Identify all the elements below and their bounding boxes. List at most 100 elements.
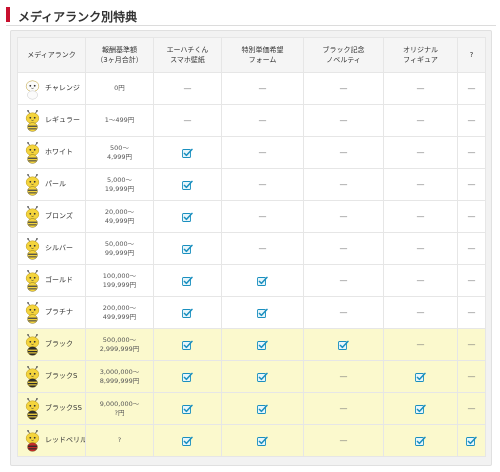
- benefit-unavailable-cell: —: [457, 328, 486, 361]
- reward-amount-line: 19,999円: [104, 184, 135, 193]
- benefit-unavailable-cell: —: [303, 392, 384, 425]
- benefit-available-cell: [457, 424, 486, 457]
- reward-amount-line: ?円: [114, 408, 125, 417]
- dash-mark: —: [467, 179, 476, 189]
- benefit-available-cell: [153, 360, 222, 393]
- dash-mark: —: [258, 115, 267, 125]
- check-icon: [257, 308, 268, 318]
- dash-mark: —: [467, 147, 476, 157]
- table-body: チャレンジ 0円 — — — — — レギュラー 1〜499円 — — — — — ホワイト 500〜 4,99…: [17, 72, 486, 457]
- rank-cell: シルバー: [17, 232, 86, 265]
- reward-amount-cell: 50,000〜 99,999円: [85, 232, 154, 265]
- dash-mark: —: [416, 147, 425, 157]
- benefit-available-cell: [153, 424, 222, 457]
- benefit-available-cell: [153, 392, 222, 425]
- benefit-unavailable-cell: —: [457, 168, 486, 201]
- benefit-unavailable-cell: —: [303, 136, 384, 169]
- check-icon: [182, 148, 193, 158]
- rank-cell: ブロンズ: [17, 200, 86, 233]
- benefit-available-cell: [383, 360, 458, 393]
- reward-amount-line: 100,000〜: [102, 271, 137, 280]
- table-row: レギュラー 1〜499円 — — — — —: [17, 104, 486, 137]
- benefit-unavailable-cell: —: [383, 264, 458, 297]
- benefit-unavailable-cell: —: [303, 360, 384, 393]
- benefit-unavailable-cell: —: [457, 104, 486, 137]
- reward-amount-line: 199,999円: [102, 280, 137, 289]
- reward-amount-line: 500〜: [110, 143, 129, 152]
- benefit-unavailable-cell: —: [383, 104, 458, 137]
- rank-name: ホワイト: [45, 148, 73, 156]
- rank-name: チャレンジ: [45, 84, 80, 92]
- dash-mark: —: [339, 243, 348, 253]
- check-icon: [182, 372, 193, 382]
- dash-mark: —: [467, 275, 476, 285]
- check-icon: [257, 340, 268, 350]
- table-row: ブラックSS 9,000,000〜 ?円 — —: [17, 392, 486, 425]
- rank-name: ブロンズ: [45, 212, 73, 220]
- dash-mark: —: [258, 243, 267, 253]
- check-icon: [182, 244, 193, 254]
- header-special-price-form: 特別単価希望 フォーム: [221, 37, 304, 73]
- table-row: ゴールド 100,000〜 199,999円 — — —: [17, 264, 486, 297]
- bee-mascot-icon: [25, 269, 40, 292]
- dash-mark: —: [416, 243, 425, 253]
- dash-mark: —: [416, 339, 425, 349]
- bee-mascot-icon: [25, 397, 40, 420]
- bee-mascot-icon: [25, 141, 40, 164]
- dash-mark: —: [416, 115, 425, 125]
- page-title: メディアランク別特典: [18, 10, 138, 24]
- header-label-line: （3ヶ月合計）: [96, 56, 143, 64]
- bee-mascot-icon: [25, 333, 40, 356]
- benefit-unavailable-cell: —: [221, 200, 304, 233]
- reward-amount-line: 499,999円: [102, 312, 137, 321]
- reward-amount-cell: ?: [85, 424, 154, 457]
- benefit-unavailable-cell: —: [303, 232, 384, 265]
- header-reward-amount: 報酬基準額 （3ヶ月合計）: [85, 37, 154, 73]
- benefit-unavailable-cell: —: [303, 264, 384, 297]
- dash-mark: —: [416, 179, 425, 189]
- header-media-rank: メディアランク: [17, 37, 86, 73]
- benefit-unavailable-cell: —: [303, 200, 384, 233]
- benefit-unavailable-cell: —: [383, 200, 458, 233]
- benefit-unavailable-cell: —: [221, 72, 304, 105]
- dash-mark: —: [339, 179, 348, 189]
- reward-amount-line: 20,000〜: [104, 207, 135, 216]
- reward-amount-line: 50,000〜: [104, 239, 135, 248]
- header-label-line: オリジナル: [403, 46, 438, 54]
- rank-cell: プラチナ: [17, 296, 86, 329]
- header-label-line: ?: [469, 51, 474, 59]
- benefit-unavailable-cell: —: [383, 328, 458, 361]
- check-icon: [257, 372, 268, 382]
- header-label-line: 特別単価希望: [241, 46, 284, 54]
- check-icon: [182, 308, 193, 318]
- header-label-line: フィギュア: [403, 56, 438, 64]
- reward-amount-cell: 5,000〜 19,999円: [85, 168, 154, 201]
- benefit-unavailable-cell: —: [457, 296, 486, 329]
- dash-mark: —: [339, 307, 348, 317]
- benefit-unavailable-cell: —: [303, 296, 384, 329]
- check-icon: [182, 212, 193, 222]
- dash-mark: —: [183, 115, 192, 125]
- dash-mark: —: [258, 179, 267, 189]
- rank-name: ブラックSS: [45, 404, 82, 412]
- egg-mascot-icon: [25, 80, 40, 99]
- dash-mark: —: [467, 403, 476, 413]
- benefit-available-cell: [383, 424, 458, 457]
- rank-name: パール: [45, 180, 66, 188]
- rank-cell: ホワイト: [17, 136, 86, 169]
- dash-mark: —: [339, 115, 348, 125]
- reward-amount-line: 9,000,000〜: [99, 399, 140, 408]
- benefit-unavailable-cell: —: [383, 232, 458, 265]
- benefit-unavailable-cell: —: [457, 232, 486, 265]
- bee-mascot-icon: [25, 205, 40, 228]
- reward-amount-line: 99,999円: [104, 248, 135, 257]
- bee-mascot-icon: [25, 173, 40, 196]
- reward-amount-line: 8,999,999円: [99, 376, 140, 385]
- benefit-available-cell: [153, 328, 222, 361]
- benefits-table: メディアランク 報酬基準額 （3ヶ月合計） エーハチくん スマホ壁紙 特別単価希望 フォーム…: [17, 37, 486, 457]
- dash-mark: —: [416, 275, 425, 285]
- rank-cell: パール: [17, 168, 86, 201]
- dash-mark: —: [258, 147, 267, 157]
- benefit-unavailable-cell: —: [457, 200, 486, 233]
- header-label-line: ノベルティ: [326, 56, 361, 64]
